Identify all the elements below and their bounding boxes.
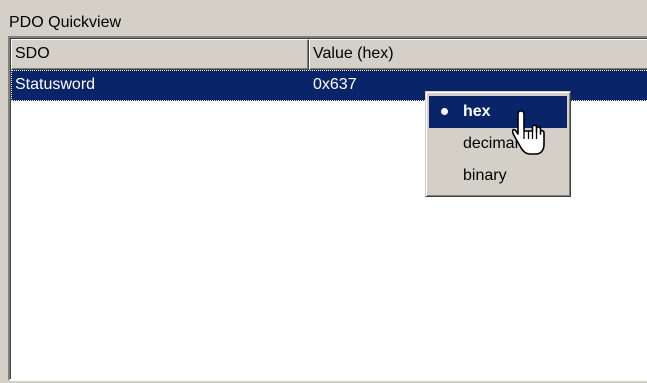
list-header: SDO Value (hex): [11, 39, 647, 70]
menu-item-label: binary: [463, 167, 507, 184]
column-header-sdo[interactable]: SDO: [11, 39, 309, 70]
radio-bullet-icon: [441, 108, 448, 115]
panel-title: PDO Quickview: [9, 14, 122, 31]
menu-item-binary[interactable]: binary: [429, 160, 567, 192]
cell-value: 0x637: [313, 76, 357, 93]
menu-item-label: hex: [463, 103, 491, 120]
hand-pointer-icon: [512, 110, 545, 155]
column-header-value[interactable]: Value (hex): [309, 39, 647, 70]
value-format-context-menu: hex decimal binary: [425, 91, 571, 197]
cell-sdo: Statusword: [15, 76, 96, 93]
pdo-quickview-panel: PDO Quickview SDO Value (hex) Statusword…: [0, 0, 647, 383]
pdo-list-view[interactable]: SDO Value (hex) Statusword 0x637: [8, 36, 647, 381]
menu-item-label: decimal: [463, 135, 519, 152]
